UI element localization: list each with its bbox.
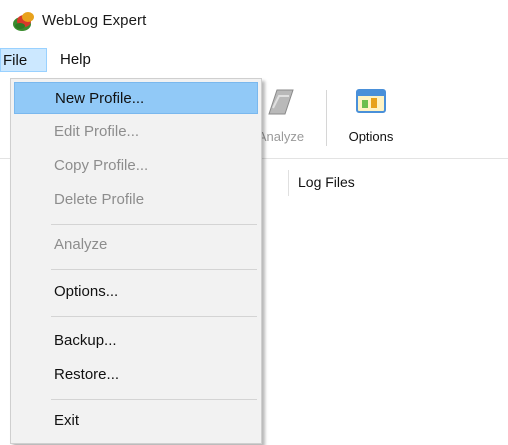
column-divider[interactable] (288, 170, 289, 196)
menu-separator (51, 316, 257, 317)
weblog-expert-app-icon (13, 12, 34, 31)
analyze-icon (268, 89, 294, 115)
menu-separator (51, 399, 257, 400)
options-icon (356, 89, 386, 113)
toolbar-separator (326, 90, 327, 146)
menu-item-restore[interactable]: Restore... (14, 359, 258, 391)
menu-item-analyze[interactable]: Analyze (14, 229, 258, 261)
menu-help[interactable]: Help (54, 48, 97, 72)
menu-separator (51, 224, 257, 225)
options-toolbar-label: Options (348, 129, 394, 144)
menu-item-copy-profile[interactable]: Copy Profile... (14, 150, 258, 182)
menu-item-new-profile[interactable]: New Profile... (14, 82, 258, 114)
title-bar: WebLog Expert (0, 0, 508, 42)
window-title: WebLog Expert (42, 12, 147, 29)
menu-file[interactable]: File (0, 48, 47, 72)
file-dropdown-menu: New Profile... Edit Profile... Copy Prof… (10, 78, 262, 444)
options-toolbar-button[interactable]: Options (332, 84, 410, 148)
menu-item-options[interactable]: Options... (14, 276, 258, 308)
menu-item-exit[interactable]: Exit (14, 405, 258, 437)
menu-bar: File Help (0, 44, 508, 74)
app-window: WebLog Expert File Help Analyze Options (0, 0, 508, 445)
menu-separator (51, 269, 257, 270)
menu-item-edit-profile[interactable]: Edit Profile... (14, 116, 258, 148)
menu-item-backup[interactable]: Backup... (14, 325, 258, 357)
menu-item-delete-profile[interactable]: Delete Profile (14, 184, 258, 216)
log-files-column-header[interactable]: Log Files (298, 174, 355, 190)
